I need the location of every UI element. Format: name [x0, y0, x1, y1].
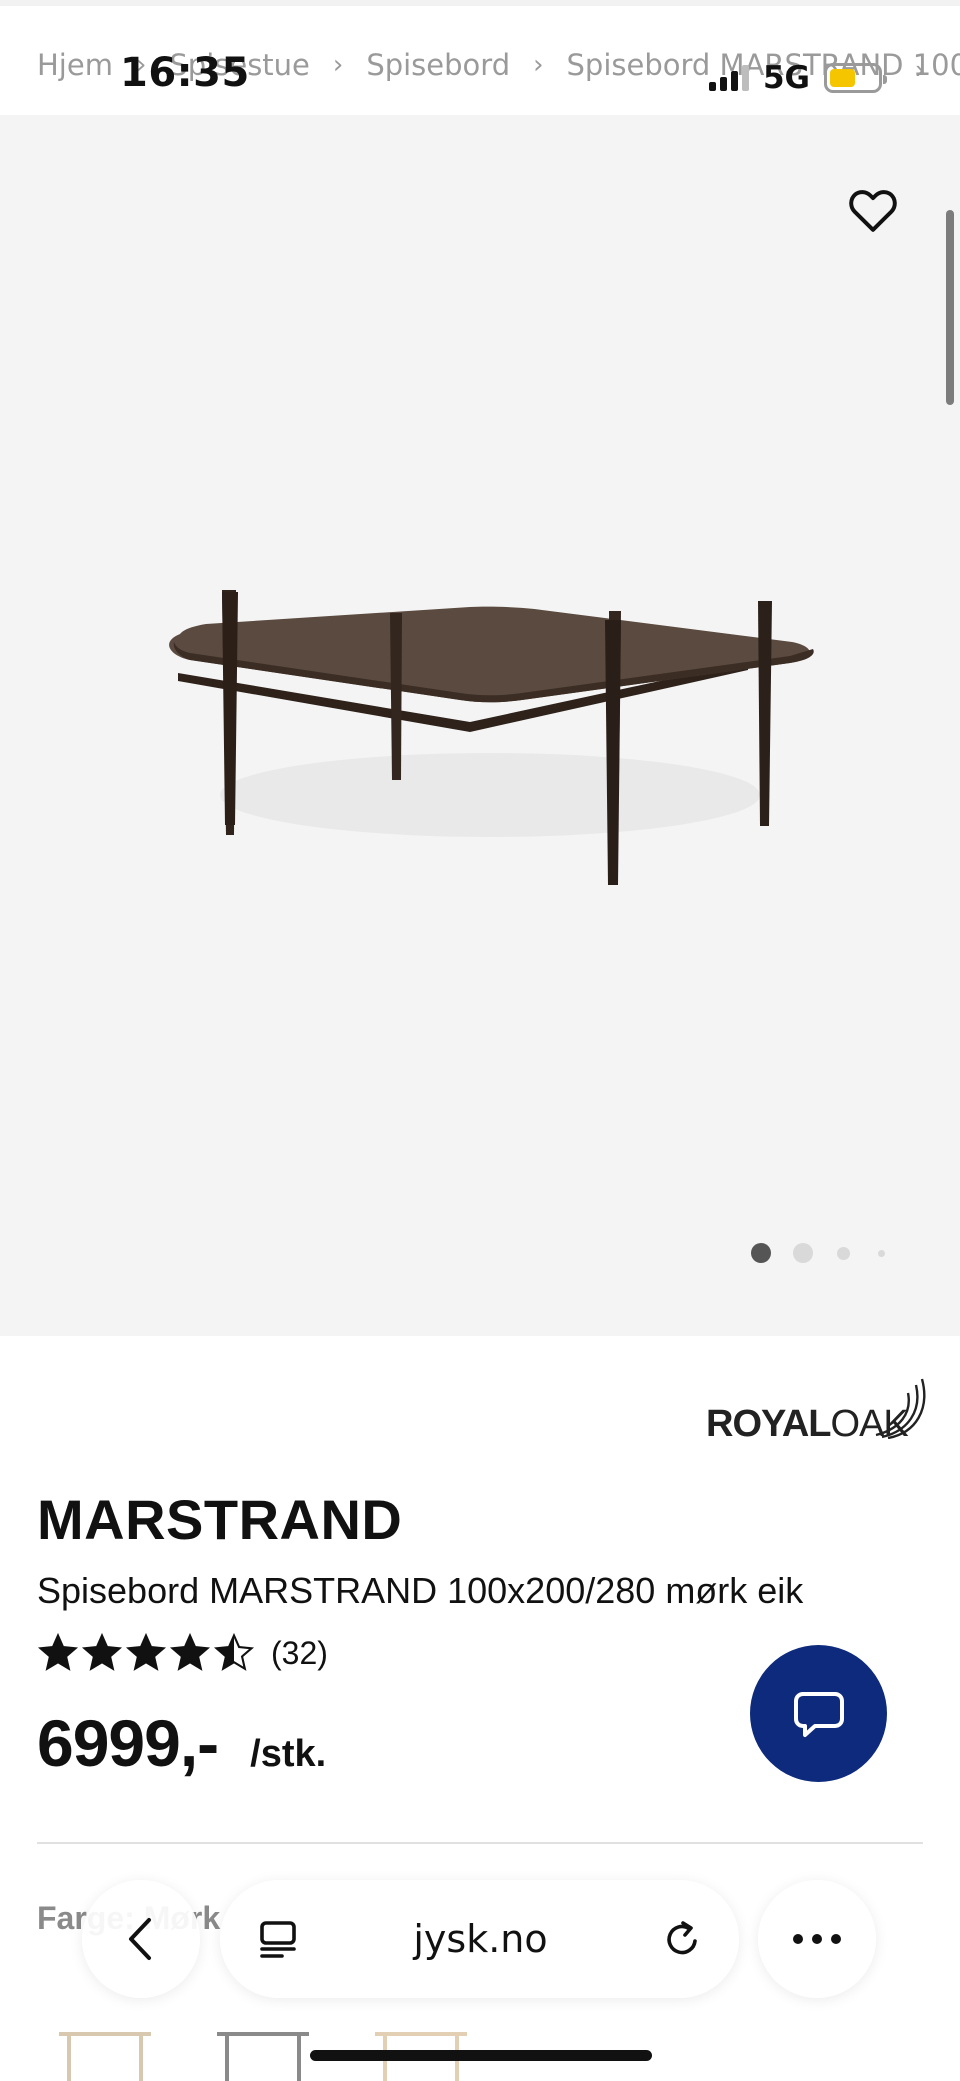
star-full-icon: [37, 1632, 79, 1671]
chat-bubble-icon: [793, 1691, 844, 1737]
gallery-dot[interactable]: [837, 1246, 850, 1260]
gallery-dot-active[interactable]: [751, 1243, 771, 1263]
battery-level: [830, 69, 856, 87]
variant-thumbnail[interactable]: [55, 2026, 155, 2081]
breadcrumb-more-icon[interactable]: ›: [915, 54, 924, 85]
product-description: Spisebord MARSTRAND 100x200/280 mørk eik: [37, 1570, 804, 1611]
page-menu-icon[interactable]: [256, 1917, 300, 1961]
brand-logo: ROYALOAK: [706, 1375, 926, 1445]
breadcrumb-dining-table[interactable]: Spisebord: [366, 48, 510, 82]
back-button[interactable]: [82, 1880, 200, 1998]
breadcrumb-separator: ›: [332, 50, 344, 80]
network-type: 5G: [762, 60, 810, 96]
rating-stars: [37, 1632, 255, 1674]
url-text[interactable]: jysk.no: [413, 1917, 547, 1961]
chevron-left-icon: [129, 1918, 151, 1960]
variant-thumbnail[interactable]: [213, 2026, 313, 2081]
star-full-icon: [125, 1632, 167, 1671]
ellipsis-icon: [793, 1934, 841, 1944]
product-price: 6999,- /stk.: [37, 1705, 326, 1781]
signal-icon: [708, 65, 749, 91]
brand-logo-bold: ROYAL: [706, 1403, 832, 1445]
product-gallery[interactable]: [0, 115, 960, 1336]
price-value: 6999,-: [37, 1706, 219, 1780]
star-half-icon: [213, 1632, 255, 1671]
battery-icon: [824, 63, 887, 93]
product-rating[interactable]: (32): [37, 1632, 328, 1674]
breadcrumb-home[interactable]: Hjem: [37, 48, 113, 82]
more-options-button[interactable]: [758, 1880, 876, 1998]
address-bar[interactable]: jysk.no: [220, 1880, 739, 1998]
chat-button[interactable]: [750, 1645, 887, 1782]
home-indicator[interactable]: [310, 2050, 652, 2061]
brand-logo-arcs: [875, 1378, 926, 1439]
reload-icon[interactable]: [661, 1917, 705, 1961]
star-full-icon: [169, 1632, 211, 1671]
divider: [37, 1842, 923, 1844]
status-icons: 5G: [708, 60, 887, 96]
breadcrumb-separator: ›: [533, 50, 544, 80]
browser-toolbar: jysk.no: [0, 1880, 960, 2020]
price-unit: /stk.: [250, 1733, 327, 1775]
star-full-icon: [81, 1632, 123, 1671]
gallery-dot[interactable]: [878, 1249, 885, 1257]
gallery-dot[interactable]: [793, 1243, 813, 1263]
heart-icon[interactable]: [848, 187, 898, 233]
status-time: 16:35: [120, 50, 250, 96]
scrollbar[interactable]: [946, 210, 954, 405]
gallery-pagination: [751, 1243, 885, 1263]
top-bar: Hjem › Spisestue › Spisebord › Spisebord…: [0, 0, 960, 115]
product-image: [169, 590, 814, 885]
product-title: MARSTRAND: [37, 1488, 403, 1551]
rating-count[interactable]: (32): [271, 1635, 328, 1672]
